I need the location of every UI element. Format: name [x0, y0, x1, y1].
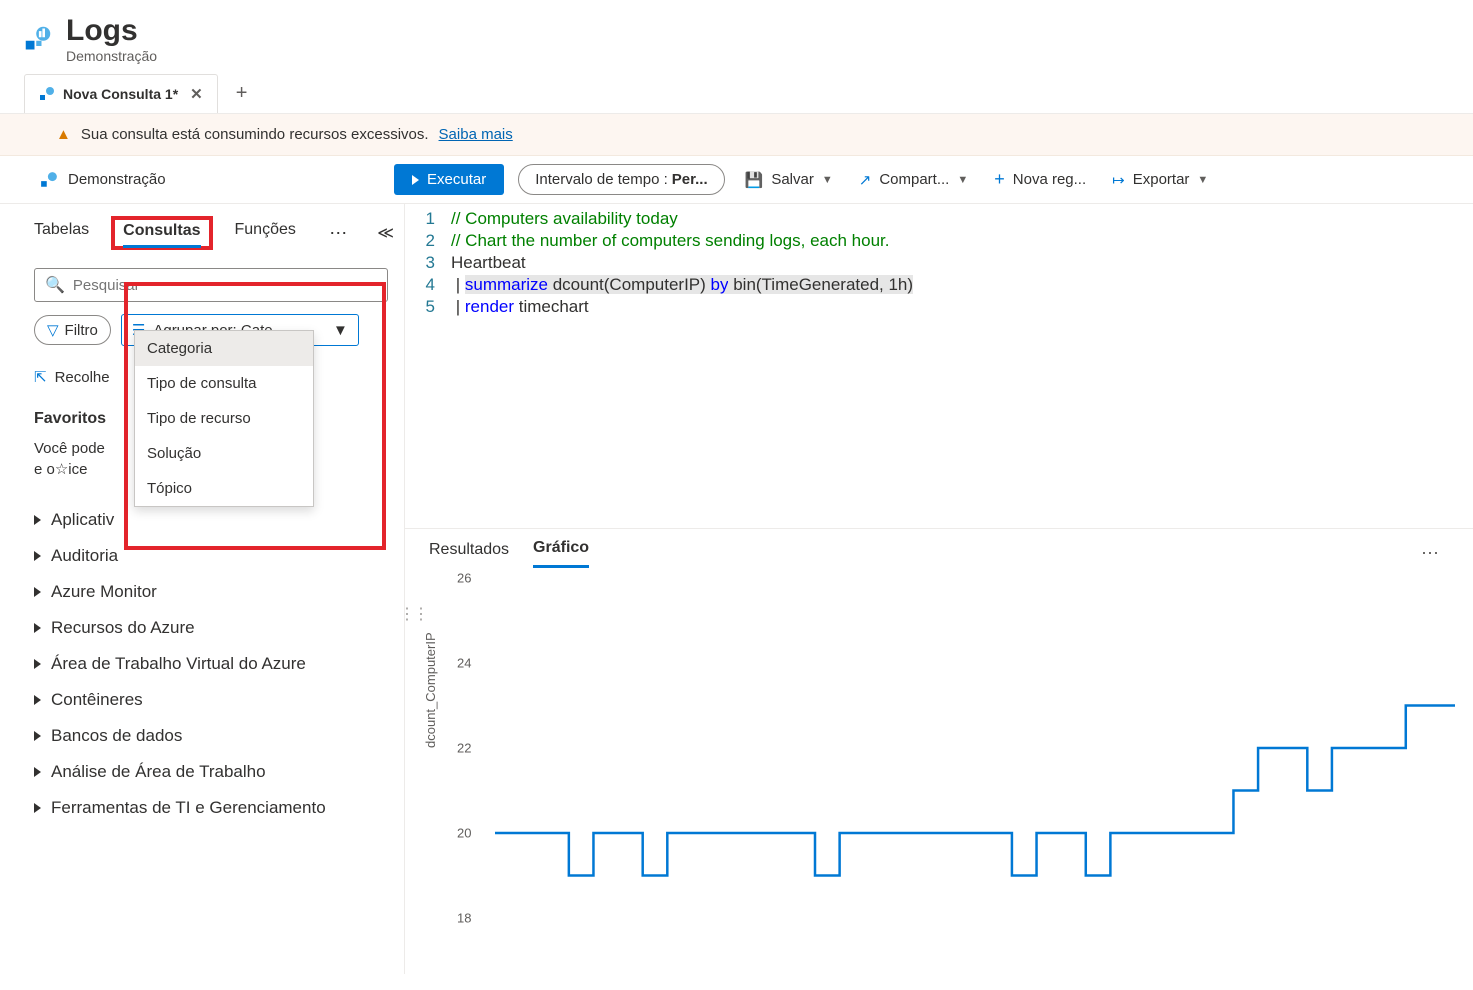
collapse-pane-icon[interactable]: ≪: [377, 223, 394, 243]
sidebar-tab-tables[interactable]: Tabelas: [34, 221, 89, 245]
tab-chart[interactable]: Gráfico: [533, 539, 589, 568]
collapse-icon: ⇱: [34, 368, 47, 386]
menu-item-categoria[interactable]: Categoria: [135, 331, 313, 366]
category-item[interactable]: Área de Trabalho Virtual do Azure: [34, 646, 394, 682]
logs-app-icon: [24, 25, 52, 53]
logs-tab-icon: [39, 86, 55, 102]
time-range-picker[interactable]: Intervalo de tempo : Per...: [518, 164, 724, 195]
query-editor[interactable]: 1// Computers availability today 2// Cha…: [405, 204, 1473, 318]
sidebar-tabs: Tabelas Consultas Funções ⋯ ≪: [34, 216, 394, 250]
expand-icon: [34, 767, 41, 777]
more-icon[interactable]: ⋯: [1421, 543, 1439, 564]
search-field[interactable]: [73, 277, 377, 294]
share-icon: ↗: [859, 171, 872, 189]
query-tab-bar: Nova Consulta 1* ✕ +: [0, 74, 1473, 114]
close-icon[interactable]: ✕: [190, 85, 203, 103]
category-item[interactable]: Recursos do Azure: [34, 610, 394, 646]
page-header: Logs Demonstração: [0, 0, 1473, 74]
chevron-down-icon: ▼: [957, 174, 968, 186]
result-tabs: Resultados Gráfico ⋯: [405, 528, 1473, 568]
category-item[interactable]: Aplicativ: [34, 502, 394, 538]
query-tab-label: Nova Consulta 1*: [63, 86, 178, 102]
expand-icon: [34, 731, 41, 741]
sidebar: Tabelas Consultas Funções ⋯ ≪ 🔍 ▽ Filtro…: [0, 204, 404, 974]
run-button[interactable]: Executar: [394, 164, 504, 195]
search-icon: 🔍: [45, 275, 65, 295]
expand-icon: [34, 803, 41, 813]
filter-icon: ▽: [47, 321, 59, 339]
category-item[interactable]: Azure Monitor: [34, 574, 394, 610]
menu-item-tipo-consulta[interactable]: Tipo de consulta: [135, 366, 313, 401]
expand-icon: [34, 659, 41, 669]
play-icon: [412, 175, 419, 185]
export-button[interactable]: ↦ Exportar ▼: [1106, 167, 1214, 193]
sidebar-tab-queries[interactable]: Consultas: [123, 222, 200, 248]
page-title: Logs: [66, 14, 157, 48]
menu-item-tipo-recurso[interactable]: Tipo de recurso: [135, 401, 313, 436]
plus-icon: +: [994, 169, 1005, 190]
new-tab-button[interactable]: +: [236, 82, 248, 105]
scope-icon: [40, 171, 58, 189]
filter-button[interactable]: ▽ Filtro: [34, 315, 111, 345]
warning-text: Sua consulta está consumindo recursos ex…: [81, 126, 429, 143]
menu-item-solucao[interactable]: Solução: [135, 436, 313, 471]
export-icon: ↦: [1112, 171, 1125, 189]
scope-selector[interactable]: Demonstração: [40, 171, 380, 189]
chart-area: dcount_ComputerIP 26 24 22 20 18: [405, 568, 1473, 974]
y-axis-label: dcount_ComputerIP: [423, 632, 438, 748]
more-icon[interactable]: ⋯: [329, 223, 347, 244]
chevron-down-icon: ▼: [333, 322, 348, 339]
content-pane: ⋮⋮ 1// Computers availability today 2// …: [404, 204, 1473, 974]
toolbar: Demonstração Executar Intervalo de tempo…: [0, 156, 1473, 204]
line-chart-svg: [495, 578, 1455, 918]
query-tab[interactable]: Nova Consulta 1* ✕: [24, 74, 218, 113]
tab-results[interactable]: Resultados: [429, 541, 509, 567]
chart-plot: 26 24 22 20 18: [495, 578, 1453, 918]
expand-icon: [34, 623, 41, 633]
category-item[interactable]: Análise de Área de Trabalho: [34, 754, 394, 790]
sidebar-tab-functions[interactable]: Funções: [235, 221, 296, 245]
warning-bar: ▲ Sua consulta está consumindo recursos …: [0, 114, 1473, 156]
category-item[interactable]: Auditoria: [34, 538, 394, 574]
category-item[interactable]: Contêineres: [34, 682, 394, 718]
group-by-menu: Categoria Tipo de consulta Tipo de recur…: [134, 330, 314, 507]
category-list: Aplicativ Auditoria Azure Monitor Recurs…: [34, 502, 394, 826]
scope-label: Demonstração: [68, 171, 166, 188]
expand-icon: [34, 695, 41, 705]
expand-icon: [34, 551, 41, 561]
page-subtitle: Demonstração: [66, 48, 157, 64]
save-button[interactable]: 💾 Salvar ▼: [739, 167, 839, 193]
expand-icon: [34, 587, 41, 597]
save-icon: 💾: [745, 171, 764, 189]
category-item[interactable]: Ferramentas de TI e Gerenciamento: [34, 790, 394, 826]
new-rule-button[interactable]: + Nova reg...: [988, 165, 1092, 194]
chevron-down-icon: ▼: [822, 174, 833, 186]
warning-link[interactable]: Saiba mais: [439, 126, 513, 143]
menu-item-topico[interactable]: Tópico: [135, 471, 313, 506]
expand-icon: [34, 515, 41, 525]
search-input[interactable]: 🔍: [34, 268, 388, 302]
warning-icon: ▲: [56, 126, 71, 143]
share-button[interactable]: ↗ Compart... ▼: [853, 167, 975, 193]
category-item[interactable]: Bancos de dados: [34, 718, 394, 754]
chevron-down-icon: ▼: [1197, 174, 1208, 186]
